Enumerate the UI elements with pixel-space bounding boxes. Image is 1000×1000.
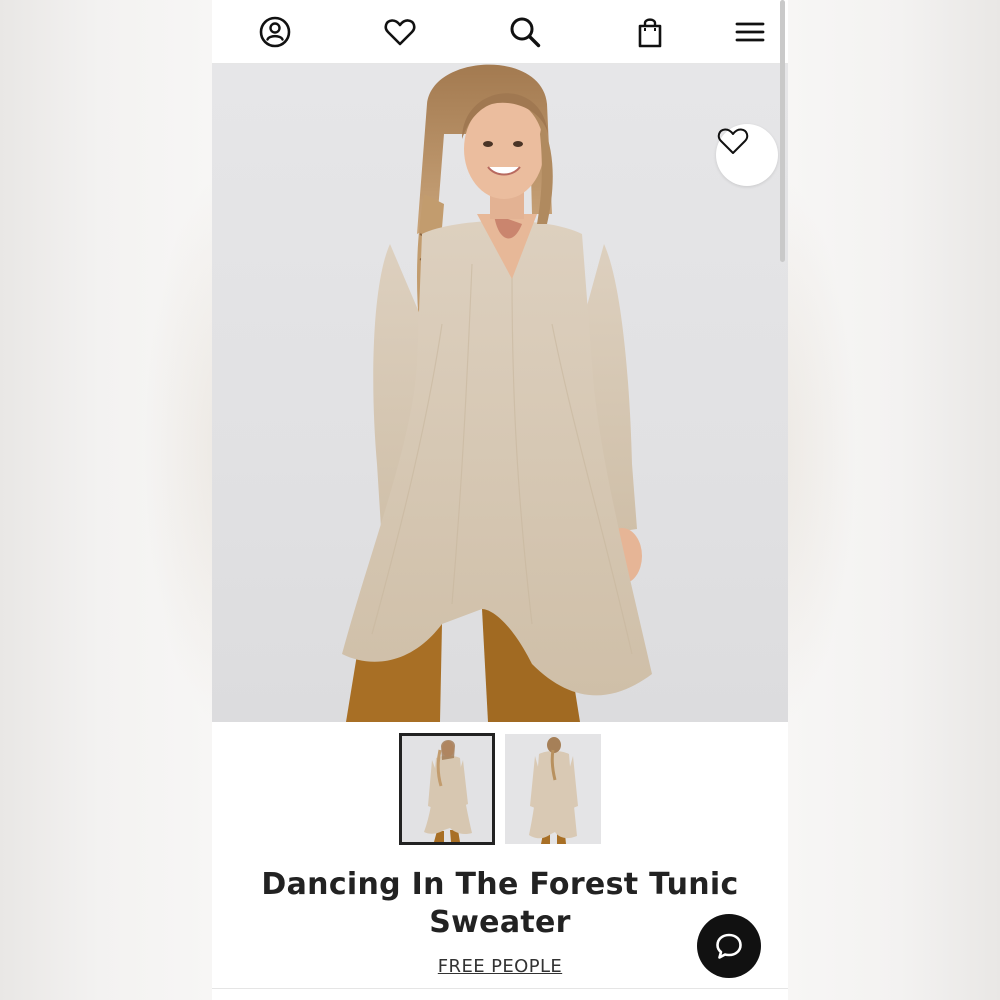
top-navigation-bar (212, 0, 788, 64)
menu-button[interactable] (730, 12, 770, 52)
chat-button[interactable] (697, 914, 761, 978)
add-to-wishlist-button[interactable] (716, 124, 778, 186)
shopping-bag-button[interactable] (630, 12, 670, 52)
thumbnail-front-image (402, 736, 492, 842)
right-backdrop (788, 0, 1000, 1000)
search-button[interactable] (505, 12, 545, 52)
menu-icon (735, 22, 765, 42)
left-backdrop (0, 0, 212, 1000)
product-main-image[interactable] (212, 64, 788, 722)
wishlist-button[interactable] (380, 12, 420, 52)
wishlist-heart-icon (384, 19, 416, 46)
heart-outline-icon (717, 128, 749, 154)
search-icon (510, 17, 541, 48)
account-button[interactable] (255, 12, 295, 52)
mobile-product-page: Dancing In The Forest Tunic Sweater FREE… (212, 0, 788, 1000)
chat-bubble-icon (716, 933, 742, 959)
thumbnail-front-view[interactable] (399, 733, 495, 845)
page-scrollbar[interactable] (780, 0, 785, 262)
model-photo (342, 64, 652, 722)
thumbnail-back-view[interactable] (505, 734, 601, 844)
thumbnail-back-image (505, 734, 601, 844)
product-thumbnails (212, 733, 788, 845)
account-icon (259, 16, 291, 48)
product-title: Dancing In The Forest Tunic Sweater (261, 867, 739, 940)
divider (212, 988, 788, 989)
shopping-bag-icon (638, 18, 662, 48)
